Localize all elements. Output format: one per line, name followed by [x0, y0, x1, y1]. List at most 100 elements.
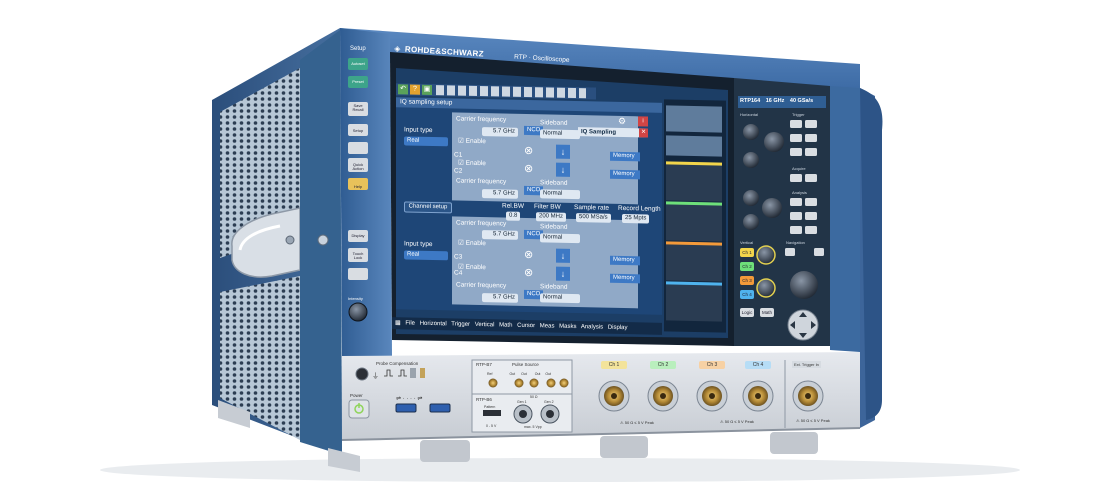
intensity-knob[interactable]: [348, 302, 368, 322]
tool-icons[interactable]: [436, 85, 586, 99]
trigger-source-button[interactable]: [805, 120, 817, 128]
single-button[interactable]: [805, 134, 817, 142]
mask-button[interactable]: [805, 212, 817, 220]
menu-analysis[interactable]: Analysis: [581, 324, 603, 330]
foot-front-mid: [600, 436, 648, 458]
menu-masks[interactable]: Masks: [559, 324, 576, 330]
iq-subpanel-header: IQ Sampling ✕: [578, 127, 648, 138]
ch3-button[interactable]: Ch 3: [740, 276, 754, 285]
horizontal-position-knob[interactable]: [743, 152, 759, 168]
memory-1[interactable]: Memory: [610, 151, 640, 161]
vertical-offset-knob[interactable]: [756, 278, 776, 298]
pulse-port-out-label-2: Out: [521, 372, 527, 376]
record-length-value[interactable]: 25 Mpts: [622, 213, 650, 224]
enable-checkbox-3[interactable]: ☑ Enable: [458, 240, 486, 248]
acquire-knob[interactable]: [743, 190, 759, 206]
input-type-label-1: Input type: [404, 126, 433, 135]
ch1-info: [666, 161, 722, 202]
headphone-jack[interactable]: [355, 367, 369, 381]
pulse-out-port-4[interactable]: [559, 378, 569, 388]
probe-comp-terminal[interactable]: [410, 368, 416, 378]
menu-math[interactable]: Math: [499, 322, 512, 328]
rel-bw-value[interactable]: 0.8: [506, 211, 521, 221]
menu-grid-icon[interactable]: ▦: [395, 320, 401, 326]
carrier-value-4[interactable]: 5.7 GHz: [482, 293, 518, 303]
protocol-button[interactable]: [805, 226, 817, 234]
pattern-connector[interactable]: [483, 410, 501, 416]
sideband-value-3[interactable]: Normal: [540, 233, 580, 243]
nav-left-button[interactable]: [785, 248, 795, 256]
save-icon[interactable]: ▣: [422, 84, 432, 96]
menu-cursor[interactable]: Cursor: [517, 323, 535, 329]
cursor-button[interactable]: [790, 198, 802, 206]
carrier-value-3[interactable]: 5.7 GHz: [482, 230, 518, 240]
vertical-scale-knob[interactable]: [756, 245, 776, 265]
math-button[interactable]: Math: [760, 308, 774, 317]
analysis-position-knob[interactable]: [762, 198, 782, 218]
trigger-button[interactable]: [790, 120, 802, 128]
sideband-value-2[interactable]: Normal: [540, 189, 580, 199]
menu-meas[interactable]: Meas: [540, 323, 555, 329]
filter-bw-value[interactable]: 200 MHz: [536, 212, 567, 222]
carrier-value-2[interactable]: 5.7 GHz: [482, 189, 518, 199]
nav-right-button[interactable]: [814, 248, 824, 256]
help-icon[interactable]: ?: [410, 84, 420, 95]
memory-2[interactable]: Memory: [610, 169, 640, 179]
pulse-out-port-1[interactable]: [514, 378, 524, 388]
memory-4[interactable]: Memory: [610, 273, 640, 283]
power-button[interactable]: [348, 399, 370, 419]
section-acquire: Acquire: [792, 166, 806, 171]
menu-trigger[interactable]: Trigger: [451, 321, 470, 327]
ch4-info: [666, 281, 722, 322]
channel-setup-button[interactable]: Channel setup: [404, 201, 452, 214]
trigger-level-knob[interactable]: [764, 132, 784, 152]
pulse-out-port-3[interactable]: [546, 378, 556, 388]
fft-button[interactable]: [790, 226, 802, 234]
enable-checkbox-1[interactable]: ☑ Enable: [458, 138, 486, 146]
logic-button[interactable]: Logic: [740, 308, 754, 317]
menu-horizontal[interactable]: Horizontal: [420, 321, 447, 328]
ch4-button[interactable]: Ch 4: [740, 290, 754, 299]
pulse-out-port-2[interactable]: [529, 378, 539, 388]
memory-3[interactable]: Memory: [610, 255, 640, 265]
menu-file[interactable]: File: [405, 320, 415, 326]
analysis-knob[interactable]: [743, 214, 759, 230]
usb-port-2[interactable]: [429, 403, 451, 413]
navigation-knob[interactable]: [790, 271, 818, 299]
section-navigation: Navigation: [786, 240, 805, 245]
sideband-value-1[interactable]: Normal: [540, 129, 580, 139]
pulse-ref-port[interactable]: [488, 378, 498, 388]
power-label: Power: [350, 393, 363, 398]
normal-button[interactable]: [805, 148, 817, 156]
enable-checkbox-2[interactable]: ☑ Enable: [458, 160, 486, 168]
history-button[interactable]: [805, 174, 817, 182]
filter-icon-2: ↓: [556, 162, 570, 177]
zoom-button[interactable]: [805, 198, 817, 206]
ch4-tag: Ch 4: [745, 361, 771, 369]
close-icon[interactable]: ✕: [639, 128, 648, 138]
pulse-source-label: Pulse Source: [512, 362, 539, 367]
info-icon[interactable]: i: [638, 116, 648, 127]
acquire-button[interactable]: [790, 174, 802, 182]
mixer-icon-1: ⊗: [524, 144, 534, 158]
section-horizontal: Horizontal: [740, 112, 759, 117]
ground-terminal[interactable]: [420, 368, 425, 378]
brand-logo: ROHDE&SCHWARZ: [404, 44, 485, 59]
sample-rate-value[interactable]: 500 MSa/s: [576, 213, 611, 223]
meas-button[interactable]: [790, 212, 802, 220]
sideband-value-4[interactable]: Normal: [540, 293, 580, 303]
auto-button[interactable]: [790, 148, 802, 156]
ch2-button[interactable]: Ch 2: [740, 262, 754, 271]
ch1-button[interactable]: Ch 1: [740, 248, 754, 257]
menu-vertical[interactable]: Vertical: [475, 322, 495, 328]
settings-icon[interactable]: ⚙: [618, 116, 626, 127]
dialog-title: IQ sampling setup: [400, 98, 453, 107]
input-type-value-1[interactable]: Real: [404, 136, 448, 146]
run-continuous-button[interactable]: [790, 134, 802, 142]
undo-icon[interactable]: ↶: [398, 84, 408, 95]
horizontal-scale-knob[interactable]: [743, 124, 759, 140]
carrier-value-1[interactable]: 5.7 GHz: [482, 127, 518, 137]
menu-display[interactable]: Display: [608, 325, 628, 331]
input-type-value-2[interactable]: Real: [404, 250, 448, 260]
usb-port-1[interactable]: [395, 403, 417, 413]
